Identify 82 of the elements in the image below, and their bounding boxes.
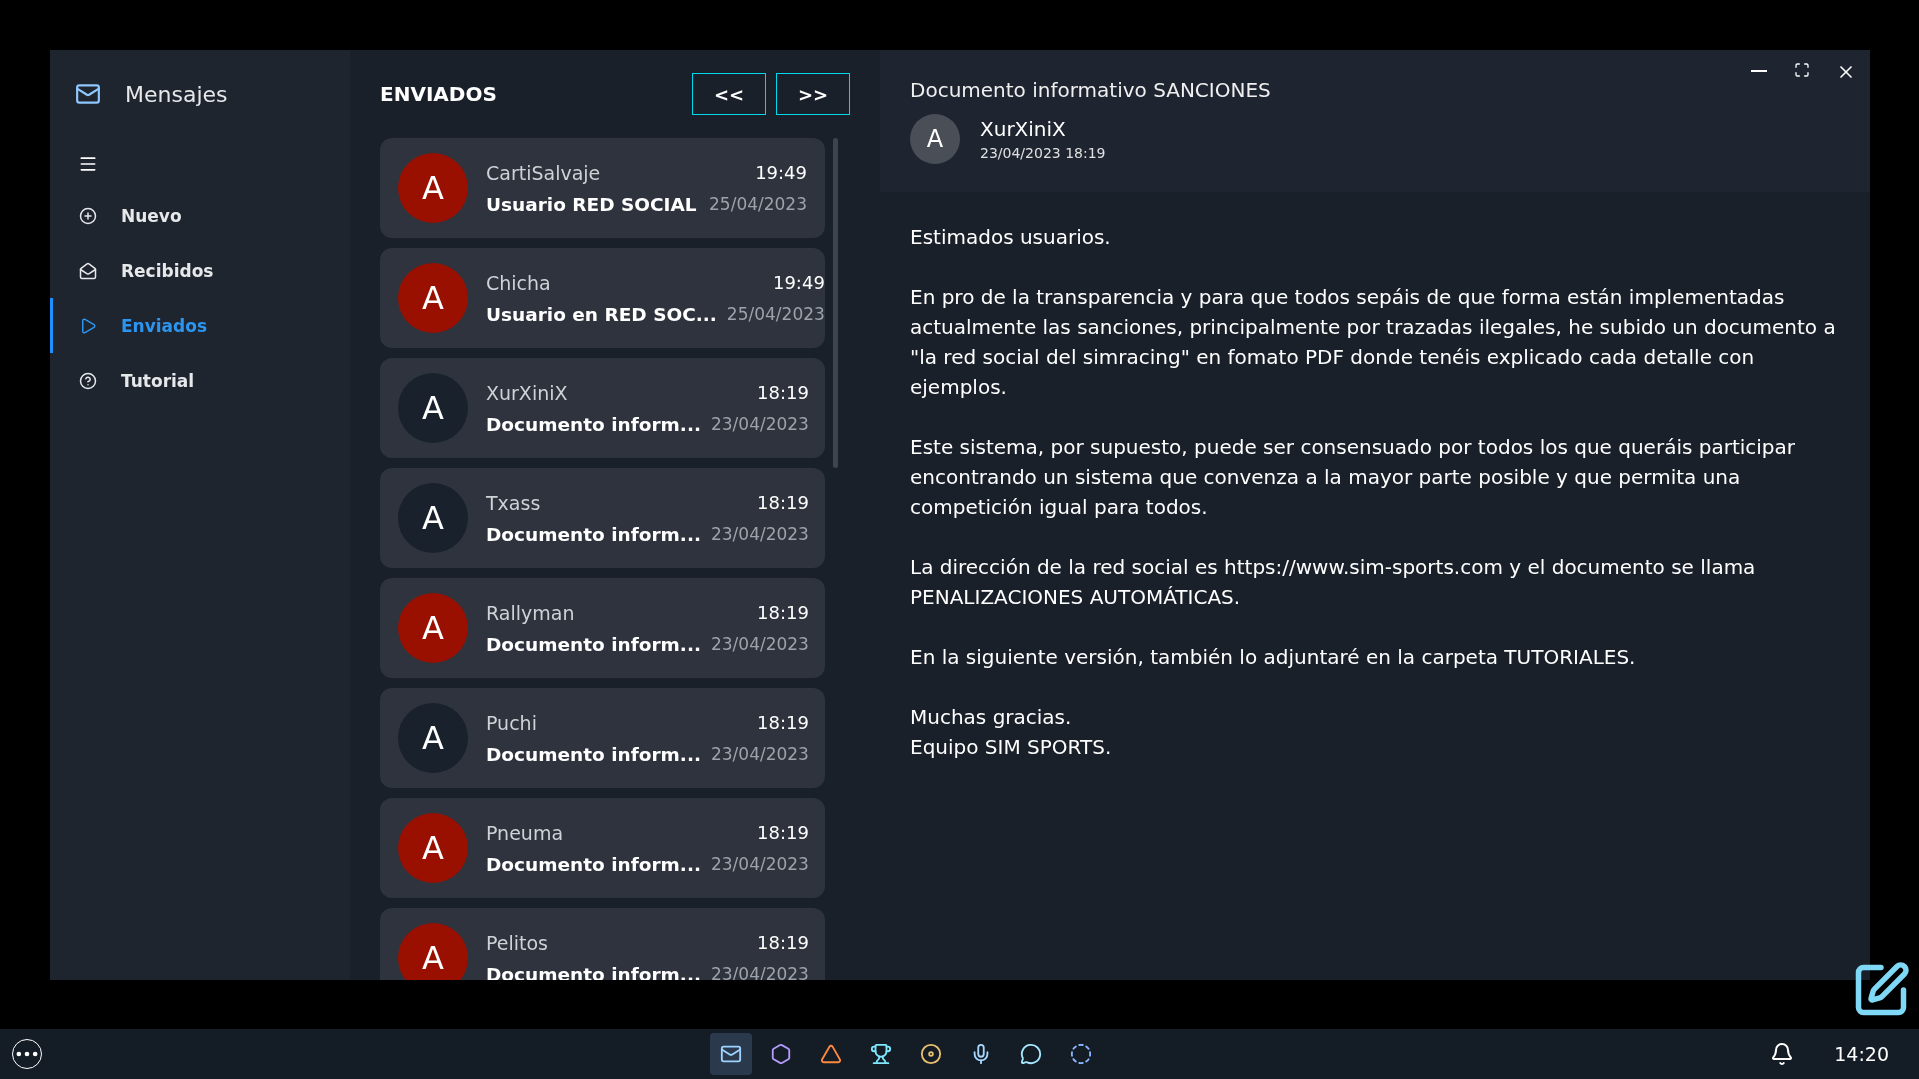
message-datetime: 23/04/2023 18:19 — [980, 145, 1106, 161]
avatar: A — [910, 114, 960, 164]
avatar: A — [398, 373, 468, 443]
message-card[interactable]: A Chicha 19:49 Usuario en RED SOC... 25/04/2023 — [380, 248, 825, 348]
avatar: A — [398, 153, 468, 223]
next-button[interactable]: >> — [776, 73, 850, 115]
message-subject: Documento inform... — [486, 963, 701, 980]
sender-name: XurXiniX — [980, 117, 1067, 141]
scrollbar[interactable] — [833, 138, 838, 468]
open-envelope-icon — [79, 261, 97, 280]
hexagon-icon — [770, 1043, 793, 1065]
message-date: 23/04/2023 — [710, 633, 809, 655]
message-date: 23/04/2023 — [710, 853, 809, 875]
message-card[interactable]: A XurXiniX 18:19 Documento inform... 23/04/2023 — [380, 358, 825, 458]
avatar: A — [398, 593, 468, 663]
message-date: 23/04/2023 — [710, 743, 809, 765]
message-card[interactable]: A Txass 18:19 Documento inform... 23/04/2023 — [380, 468, 825, 568]
message-card[interactable]: A Puchi 18:19 Documento inform... 23/04/2023 — [380, 688, 825, 788]
message-time: 18:19 — [756, 931, 809, 954]
message-paragraph: En pro de la transparencia y para que todos sepáis de que forma están implementadas actualmente las sanciones, principalmente por trazadas ilegales, he subido un documento a "la red social del simracing" en fomato PDF donde tenéis explicado cada detalle con ejemplos. — [910, 284, 1837, 401]
nav-item[interactable]: Enviados — [50, 298, 350, 353]
menu-icon — [78, 154, 98, 174]
message-subject: Documento inform... — [486, 853, 701, 875]
dashed-circle-icon — [1070, 1043, 1093, 1065]
message-date: 23/04/2023 — [710, 523, 809, 545]
sender-name: Pelitos — [486, 931, 549, 954]
avatar: A — [398, 813, 468, 883]
question-icon — [79, 371, 97, 390]
sender-name: XurXiniX — [486, 381, 569, 404]
message-subject: Usuario RED SOCIAL — [486, 193, 698, 215]
message-subject: Documento inform... — [486, 743, 701, 765]
bell-icon — [1770, 1042, 1795, 1066]
sender-name: CartiSalvaje — [486, 161, 602, 184]
message-paragraph: En la siguiente versión, también lo adjuntaré en la carpeta TUTORIALES. — [910, 644, 1637, 671]
message-time: 18:19 — [756, 821, 809, 844]
sender-name: Pneuma — [486, 821, 565, 844]
message-subject: Usuario en RED SOC... — [486, 303, 717, 325]
maximize-icon — [1794, 62, 1810, 78]
app-title: Mensajes — [125, 81, 228, 107]
sender-name: Chicha — [486, 271, 552, 294]
message-time: 19:49 — [771, 271, 825, 294]
message-subject: Documento inform... — [486, 523, 701, 545]
sender-name: Txass — [486, 491, 542, 514]
nav-item[interactable]: Tutorial — [50, 353, 350, 408]
envelope-icon — [75, 81, 101, 107]
message-time: 18:19 — [756, 601, 809, 624]
message-time: 18:19 — [756, 491, 809, 514]
avatar: A — [398, 483, 468, 553]
plus-circle-icon — [79, 206, 97, 225]
message-time: 18:19 — [756, 711, 809, 734]
message-date: 25/04/2023 — [709, 193, 807, 215]
envelope-icon — [720, 1043, 743, 1065]
clock: 14:20 — [1834, 1043, 1889, 1065]
minimize-icon — [1751, 70, 1767, 72]
message-date: 25/04/2023 — [726, 303, 825, 325]
taskbar-app[interactable] — [710, 1033, 753, 1075]
nav-item[interactable]: Recibidos — [50, 243, 350, 298]
message-subject: Documento inform... — [486, 413, 701, 435]
sender-name: Rallyman — [486, 601, 576, 624]
message-title: Documento informativo SANCIONES — [910, 78, 1271, 102]
message-paragraph: La dirección de la red social es https://www.sim-sports.com y el documento se llama PENALIZACIONES AUTOMÁTICAS. — [910, 554, 1757, 611]
message-paragraph: Estimados usuarios. — [910, 224, 1112, 251]
previous-button[interactable]: << — [692, 73, 766, 115]
message-card[interactable]: A CartiSalvaje 19:49 Usuario RED SOCIAL 25/04/2023 — [380, 138, 825, 238]
chat-bubble-icon — [1020, 1043, 1043, 1065]
play-triangle-icon — [79, 316, 97, 335]
nav-item[interactable]: Nuevo — [50, 188, 350, 243]
message-card[interactable]: A Pneuma 18:19 Documento inform... 23/04/2023 — [380, 798, 825, 898]
sender-name: Puchi — [486, 711, 538, 734]
trophy-icon — [870, 1043, 893, 1065]
avatar: A — [398, 923, 468, 980]
avatar: A — [398, 263, 468, 333]
message-time: 19:49 — [754, 161, 807, 184]
message-paragraph: Este sistema, por supuesto, puede ser consensuado por todos los que queráis participar encontrando un sistema que convenza a la mayor parte posible y que permita una competición igual para todos. — [910, 434, 1797, 521]
message-paragraph: Muchas gracias. Equipo SIM SPORTS. — [910, 704, 1113, 761]
message-card[interactable]: A Rallyman 18:19 Documento inform... 23/04/2023 — [380, 578, 825, 678]
message-subject: Documento inform... — [486, 633, 701, 655]
avatar: A — [398, 703, 468, 773]
message-date: 23/04/2023 — [710, 413, 809, 435]
list-title: ENVIADOS — [380, 82, 498, 106]
message-time: 18:19 — [756, 381, 809, 404]
notification-button[interactable] — [1770, 1042, 1795, 1066]
